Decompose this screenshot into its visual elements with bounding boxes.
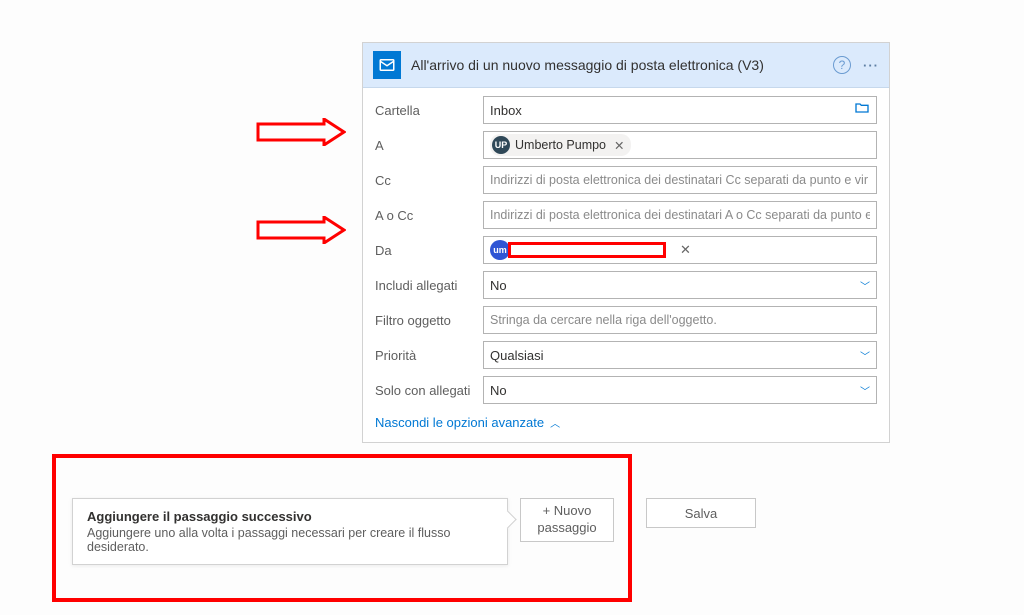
- field-solo-con-allegati[interactable]: No ﹀: [483, 376, 877, 404]
- chevron-down-icon[interactable]: ﹀: [860, 383, 870, 398]
- card-title: All'arrivo di un nuovo messaggio di post…: [411, 57, 833, 73]
- new-step-button[interactable]: + Nuovopassaggio: [520, 498, 614, 542]
- trigger-card: All'arrivo di un nuovo messaggio di post…: [362, 42, 890, 443]
- row-solo-con-allegati: Solo con allegati No ﹀: [375, 376, 877, 404]
- input-a-o-cc[interactable]: [490, 208, 870, 222]
- row-includi-allegati: Includi allegati No ﹀: [375, 271, 877, 299]
- row-priorita: Priorità Qualsiasi ﹀: [375, 341, 877, 369]
- chip-da[interactable]: um ✕: [490, 240, 691, 260]
- new-step-label: + Nuovopassaggio: [537, 503, 596, 537]
- chip-remove-icon[interactable]: ✕: [614, 138, 624, 153]
- chevron-up-icon: ︿: [550, 415, 560, 430]
- help-icon[interactable]: ?: [833, 56, 851, 74]
- chevron-down-icon[interactable]: ﹀: [860, 278, 870, 293]
- annotation-arrow: [256, 216, 346, 244]
- label-da: Da: [375, 243, 483, 258]
- field-a[interactable]: UP Umberto Pumpo ✕: [483, 131, 877, 159]
- folder-picker-icon[interactable]: [854, 100, 870, 120]
- value-cartella: Inbox: [490, 103, 522, 118]
- row-a: A UP Umberto Pumpo ✕: [375, 131, 877, 159]
- hide-advanced-link[interactable]: Nascondi le opzioni avanzate ︿: [375, 415, 560, 430]
- more-icon[interactable]: ···: [863, 58, 879, 73]
- annotation-arrow: [256, 118, 346, 146]
- save-label: Salva: [685, 506, 718, 521]
- redacted-annotation: [508, 242, 666, 258]
- label-a-o-cc: A o Cc: [375, 208, 483, 223]
- field-priorita[interactable]: Qualsiasi ﹀: [483, 341, 877, 369]
- field-a-o-cc[interactable]: [483, 201, 877, 229]
- field-includi-allegati[interactable]: No ﹀: [483, 271, 877, 299]
- row-a-o-cc: A o Cc: [375, 201, 877, 229]
- label-cc: Cc: [375, 173, 483, 188]
- row-da: Da um ✕: [375, 236, 877, 264]
- row-cc: Cc: [375, 166, 877, 194]
- label-a: A: [375, 138, 483, 153]
- value-solo-con-allegati: No: [490, 383, 507, 398]
- field-da[interactable]: um ✕: [483, 236, 877, 264]
- input-cc[interactable]: [490, 173, 870, 187]
- card-header[interactable]: All'arrivo di un nuovo messaggio di post…: [363, 43, 889, 88]
- save-button[interactable]: Salva: [646, 498, 756, 528]
- avatar: UP: [492, 136, 510, 154]
- callout-text: Aggiungere uno alla volta i passaggi nec…: [87, 526, 493, 554]
- field-cartella[interactable]: Inbox: [483, 96, 877, 124]
- label-filtro-oggetto: Filtro oggetto: [375, 313, 483, 328]
- card-body: Cartella Inbox A UP Umberto Pumpo ✕ Cc: [363, 88, 889, 442]
- hide-advanced-label: Nascondi le opzioni avanzate: [375, 415, 544, 430]
- label-includi-allegati: Includi allegati: [375, 278, 483, 293]
- label-solo-con-allegati: Solo con allegati: [375, 383, 483, 398]
- chip-a[interactable]: UP Umberto Pumpo ✕: [490, 134, 631, 156]
- outlook-icon: [373, 51, 401, 79]
- callout-title: Aggiungere il passaggio successivo: [87, 509, 493, 524]
- row-filtro-oggetto: Filtro oggetto: [375, 306, 877, 334]
- label-priorita: Priorità: [375, 348, 483, 363]
- field-filtro-oggetto[interactable]: [483, 306, 877, 334]
- avatar: um: [490, 240, 510, 260]
- chip-remove-icon[interactable]: ✕: [680, 242, 691, 258]
- field-cc[interactable]: [483, 166, 877, 194]
- chip-name: Umberto Pumpo: [515, 138, 606, 152]
- input-filtro-oggetto[interactable]: [490, 313, 870, 327]
- value-priorita: Qualsiasi: [490, 348, 543, 363]
- chevron-down-icon[interactable]: ﹀: [860, 348, 870, 363]
- callout-next-step: Aggiungere il passaggio successivo Aggiu…: [72, 498, 508, 565]
- row-cartella: Cartella Inbox: [375, 96, 877, 124]
- value-includi-allegati: No: [490, 278, 507, 293]
- label-cartella: Cartella: [375, 103, 483, 118]
